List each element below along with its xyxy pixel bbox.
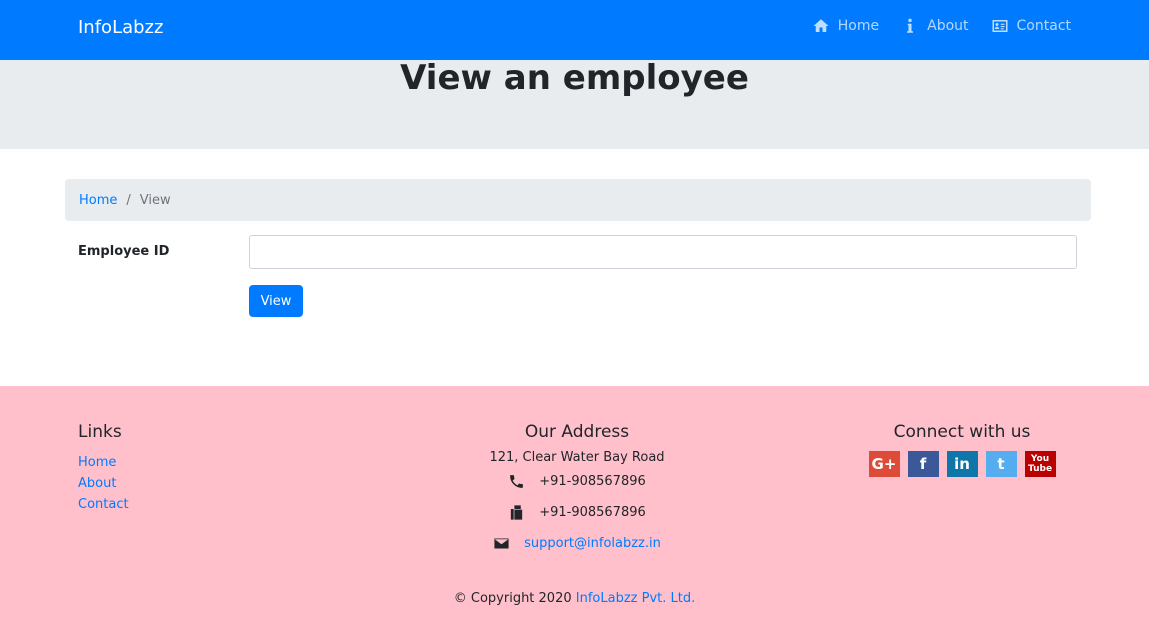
- footer-connect-heading: Connect with us: [893, 422, 1031, 442]
- fax-icon: [511, 505, 523, 520]
- nav-contact-link[interactable]: Contact: [991, 17, 1071, 35]
- fax-number: +91-908567896: [539, 505, 646, 520]
- footer-links-heading: Links: [78, 422, 122, 442]
- copyright-company-link[interactable]: InfoLabzz Pvt. Ltd.: [576, 591, 695, 606]
- footer-social-column: Connect with us G+ f in t You Tube: [862, 422, 1062, 477]
- nav-home-link[interactable]: Home: [812, 17, 879, 35]
- email-row: support@infolabzz.in: [437, 535, 717, 552]
- footer-link-contact[interactable]: Contact: [78, 494, 129, 515]
- breadcrumb-separator: /: [126, 192, 131, 208]
- linkedin-icon[interactable]: in: [946, 451, 978, 477]
- employee-id-label: Employee ID: [78, 244, 170, 259]
- address-text: 121, Clear Water Bay Road: [489, 450, 665, 465]
- footer-link-about[interactable]: About: [78, 473, 129, 494]
- info-icon: [907, 18, 914, 33]
- footer-address-column: Our Address 121, Clear Water Bay Road +9…: [437, 422, 717, 552]
- footer-address-heading: Our Address: [524, 422, 630, 442]
- footer: Links Home About Contact Our Address 121…: [0, 386, 1149, 620]
- contact-card-icon: [992, 20, 1008, 32]
- envelope-icon: [494, 538, 509, 549]
- nav-links: Home About Contact: [812, 17, 1071, 35]
- social-icons: G+ f in t You Tube: [862, 451, 1062, 477]
- navbar: InfoLabzz Home About Contact: [0, 0, 1149, 60]
- google-plus-icon[interactable]: G+: [868, 451, 900, 477]
- nav-about-link[interactable]: About: [901, 17, 969, 35]
- footer-link-home[interactable]: Home: [78, 452, 129, 473]
- email-link[interactable]: support@infolabzz.in: [524, 536, 661, 551]
- phone-number: +91-908567896: [539, 474, 646, 489]
- nav-about-label: About: [927, 18, 969, 34]
- breadcrumb-current: View: [139, 192, 171, 208]
- fax-row: +91-908567896: [437, 504, 717, 521]
- footer-links-column: Links Home About Contact: [78, 422, 129, 515]
- page-header: View an employee: [0, 60, 1149, 149]
- copyright-text: © Copyright 2020: [453, 591, 572, 606]
- phone-row: +91-908567896: [437, 473, 717, 490]
- breadcrumb: Home / View: [65, 179, 1091, 221]
- home-icon: [813, 19, 829, 32]
- facebook-icon[interactable]: f: [907, 451, 939, 477]
- breadcrumb-home-link[interactable]: Home: [79, 193, 117, 208]
- page-title: View an employee: [400, 58, 749, 98]
- phone-icon: [510, 475, 524, 488]
- brand-logo[interactable]: InfoLabzz: [78, 17, 163, 38]
- nav-contact-label: Contact: [1016, 18, 1071, 34]
- employee-id-input[interactable]: [249, 235, 1077, 269]
- twitter-icon[interactable]: t: [985, 451, 1017, 477]
- view-button[interactable]: View: [249, 285, 303, 317]
- youtube-icon[interactable]: You Tube: [1024, 451, 1056, 477]
- nav-home-label: Home: [837, 18, 880, 34]
- copyright: © Copyright 2020 InfoLabzz Pvt. Ltd.: [0, 591, 1149, 606]
